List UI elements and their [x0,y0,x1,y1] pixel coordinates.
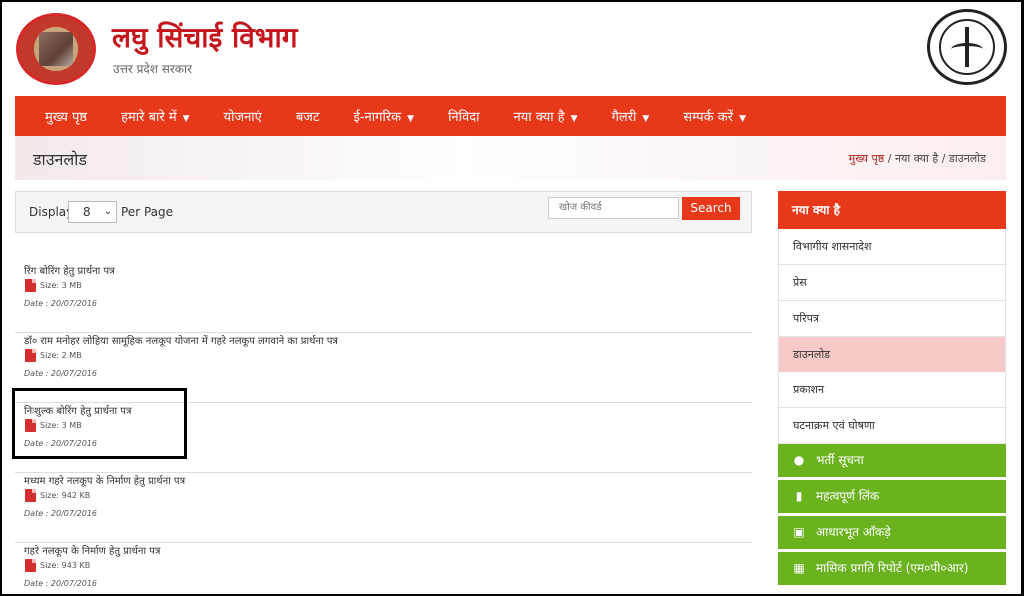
document-title-link[interactable]: डॉ० राम मनोहर लोहिया सामूहिक नलकूप योजना… [24,333,338,347]
sidebar-item-publications[interactable]: प्रकाशन [778,372,1006,408]
document-date: Date : 20/07/2016 [24,509,98,518]
document-size: Size: 943 KB [40,561,91,570]
site-title[interactable]: लघु सिंचाई विभाग [112,18,298,56]
pdf-icon[interactable] [25,349,36,362]
document-date: Date : 20/07/2016 [24,579,98,588]
breadcrumb-trail: / नया क्या है / डाउनलोड [884,152,986,165]
sidebar-item-downloads[interactable]: डाउनलोड [778,337,1006,373]
sidebar-item-important-links[interactable]: ▮ महत्वपूर्ण लिंक [778,480,1006,513]
sidebar-item-press[interactable]: प्रेस [778,265,1006,301]
display-label: Display [29,205,74,219]
page-title: डाउनलोड [33,150,87,169]
caret-down-icon: ▼ [642,114,650,124]
sidebar-item-basic-data[interactable]: ▣ आधारभूत आँकड़े [778,516,1006,549]
page-title-bar: डाउनलोड मुख्य पृष्ठ / नया क्या है / डाउन… [15,136,1006,180]
nav-item-e-citizen[interactable]: ई-नागरिक ▼ [353,107,414,125]
pdf-icon[interactable] [25,279,36,292]
document-title-link[interactable]: गहरे नलकूप के निर्माण हेतु प्रार्थना पत्… [24,543,160,557]
save-icon: ▣ [793,525,805,539]
list-item: मध्यम गहरे नलकूप के निर्माण हेतु प्रार्थ… [15,473,752,543]
user-icon: ● [793,453,805,467]
grid-icon: ▦ [793,561,805,575]
breadcrumb-home-link[interactable]: मुख्य पृष्ठ [849,152,885,165]
nav-item-tenders[interactable]: निविदा [448,107,479,125]
sidebar-green-label: आधारभूत आँकड़े [816,525,891,539]
chevron-down-icon: ⌄ [103,206,112,217]
document-size: Size: 942 KB [40,491,91,500]
document-title-link[interactable]: रिंग बोरिंग हेतु प्रार्थना पत्र [24,263,115,277]
nav-item-about[interactable]: हमारे बारे में ▼ [121,107,189,125]
book-icon: ▮ [795,489,803,503]
sidebar-green-label: मासिक प्रगति रिपोर्ट (एम०पी०आर) [816,561,969,575]
nav-item-whats-new[interactable]: नया क्या है ▼ [514,107,578,125]
site-subtitle: उत्तर प्रदेश सरकार [113,62,193,76]
sidebar-item-departmental-orders[interactable]: विभागीय शासनादेश [778,229,1006,265]
list-item: रिंग बोरिंग हेतु प्रार्थना पत्र Size: 3 … [15,263,752,333]
per-page-label: Per Page [121,205,173,219]
document-date: Date : 20/07/2016 [24,369,98,378]
sidebar-item-recruitment[interactable]: ● भर्ती सूचना [778,444,1006,477]
caret-down-icon: ▼ [570,114,578,124]
document-size: Size: 2 MB [40,351,82,360]
emblem-icon [939,19,995,75]
sidebar-item-monthly-report[interactable]: ▦ मासिक प्रगति रिपोर्ट (एम०पी०आर) [778,552,1006,585]
breadcrumb: मुख्य पृष्ठ / नया क्या है / डाउनलोड [849,151,986,166]
caret-down-icon: ▼ [739,114,747,124]
caret-down-icon: ▼ [182,114,190,124]
nav-item-home[interactable]: मुख्य पृष्ठ [45,107,87,125]
list-item: गहरे नलकूप के निर्माण हेतु प्रार्थना पत्… [15,543,752,593]
department-logo[interactable] [16,13,96,85]
nav-item-schemes[interactable]: योजनाएं [224,107,262,125]
document-size: Size: 3 MB [40,281,82,290]
nav-item-gallery[interactable]: गैलरी ▼ [612,107,650,125]
sidebar-item-events[interactable]: घटनाक्रम एवं घोषणा [778,408,1006,444]
document-title-link[interactable]: मध्यम गहरे नलकूप के निर्माण हेतु प्रार्थ… [24,473,185,487]
sidebar-green-label: महत्वपूर्ण लिंक [816,489,880,503]
per-page-value: 8 [83,205,91,219]
highlight-box [12,388,187,459]
pdf-icon[interactable] [25,489,36,502]
document-date: Date : 20/07/2016 [24,299,98,308]
up-government-emblem [927,9,1007,85]
per-page-select[interactable]: 8 ⌄ [68,201,117,223]
search-button[interactable]: Search [682,197,740,220]
nav-item-budget[interactable]: बजट [296,107,320,125]
nav-item-contact[interactable]: सम्पर्क करें ▼ [683,107,746,125]
main-navigation: मुख्य पृष्ठ हमारे बारे में ▼ योजनाएं बजट … [15,96,1006,136]
caret-down-icon: ▼ [407,114,415,124]
sidebar-green-label: भर्ती सूचना [816,453,864,467]
pdf-icon[interactable] [25,559,36,572]
sidebar-item-circulars[interactable]: परिपत्र [778,301,1006,337]
search-input[interactable]: खोज कीवर्ड [548,197,679,219]
filter-bar: Display 8 ⌄ Per Page खोज कीवर्ड Search [15,191,752,233]
sidebar-heading: नया क्या है [778,191,1006,229]
